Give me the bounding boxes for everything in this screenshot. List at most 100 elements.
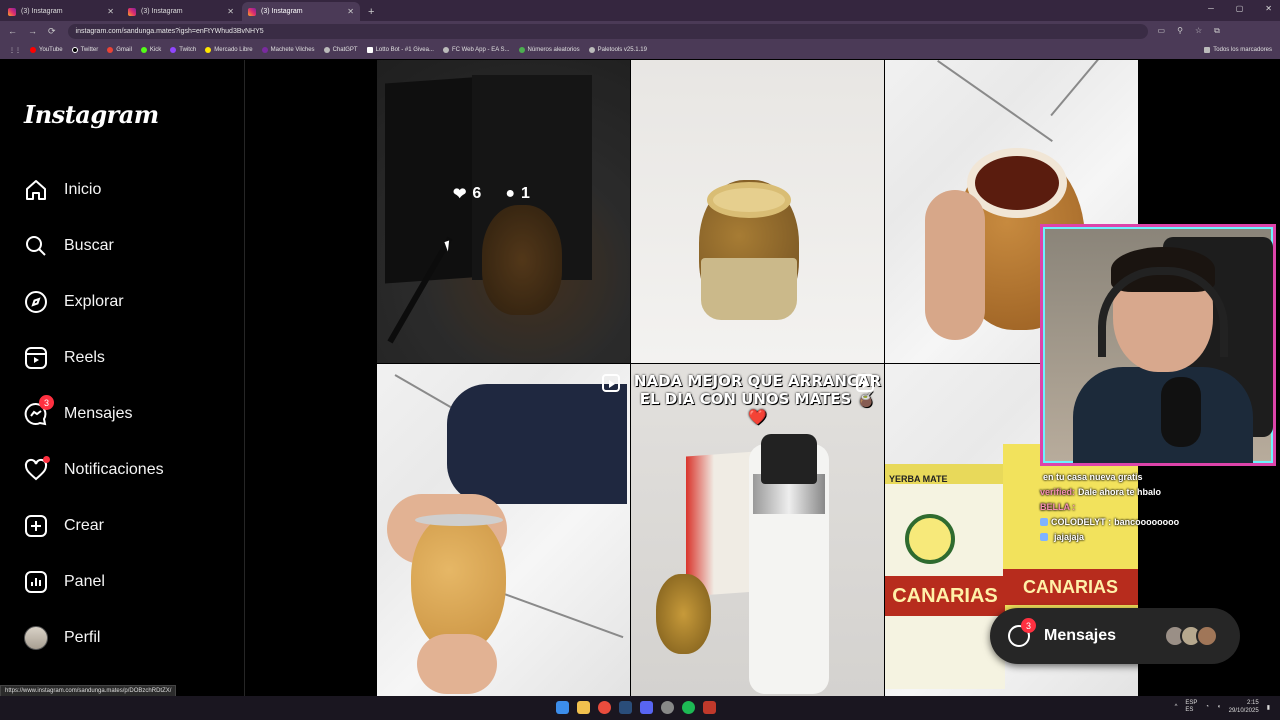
bookmark-gmail[interactable]: Gmail bbox=[107, 47, 132, 53]
post-tile-reel[interactable]: NADA MEJOR QUE ARRANCAR EL DIA CON UNOS … bbox=[631, 364, 884, 697]
reels-icon bbox=[24, 346, 48, 370]
instagram-favicon-icon bbox=[8, 7, 16, 16]
bookmark-youtube[interactable]: YouTube bbox=[30, 47, 63, 53]
back-icon[interactable]: ← bbox=[8, 26, 17, 37]
close-window-icon[interactable]: ✕ bbox=[1265, 4, 1272, 13]
browser-tab[interactable]: (3) Instagram ✕ bbox=[122, 2, 240, 21]
bookmark-mercado-libre[interactable]: Mercado Libre bbox=[205, 47, 253, 53]
nav-perfil[interactable]: Perfil bbox=[24, 623, 100, 653]
extensions-icon[interactable]: ⧉ bbox=[1214, 26, 1220, 36]
wifi-icon[interactable]: ◔ bbox=[1205, 704, 1209, 710]
brand-emblem-icon bbox=[905, 514, 955, 564]
badge-icon bbox=[1040, 518, 1048, 526]
stream-chat-overlay: en tu casa nueva gratis verified: Dale ah… bbox=[1040, 472, 1240, 547]
microphone-icon bbox=[1161, 377, 1201, 447]
nav-crear[interactable]: Crear bbox=[24, 511, 104, 541]
heart-filled-icon: ❤ bbox=[453, 186, 467, 203]
forward-icon[interactable]: → bbox=[28, 26, 37, 37]
home-icon bbox=[24, 178, 48, 202]
chat-message: en tu casa nueva gratis bbox=[1043, 472, 1143, 482]
instagram-favicon-icon bbox=[248, 7, 256, 16]
chevron-up-icon[interactable]: ^ bbox=[1175, 704, 1178, 710]
close-tab-icon[interactable]: ✕ bbox=[347, 7, 354, 16]
nav-panel[interactable]: Panel bbox=[24, 567, 105, 597]
app-icon[interactable] bbox=[703, 701, 716, 714]
notifications-icon[interactable]: ▮ bbox=[1267, 704, 1270, 711]
compass-icon bbox=[24, 290, 48, 314]
file-explorer-icon[interactable] bbox=[577, 701, 590, 714]
all-bookmarks[interactable]: Todos los marcadores bbox=[1204, 47, 1272, 53]
bookmark-numeros[interactable]: Números aleatorios bbox=[518, 47, 580, 53]
bookmark-twitch[interactable]: Twitch bbox=[170, 47, 196, 53]
messenger-icon: 3 bbox=[24, 395, 54, 426]
os-taskbar: ^ ESP ES ◔ ◖ 2:15 29/10/2025 ▮ bbox=[0, 696, 1280, 720]
chat-message: verified: Dale ahora te hbalo bbox=[1040, 487, 1162, 497]
post-caption-overlay: NADA MEJOR QUE ARRANCAR EL DIA CON UNOS … bbox=[633, 372, 882, 426]
minimize-icon[interactable]: ─ bbox=[1208, 4, 1214, 13]
bookmark-fc-web-app[interactable]: FC Web App - EA S... bbox=[442, 47, 510, 53]
chrome-icon[interactable] bbox=[598, 701, 611, 714]
nav-mensajes[interactable]: 3 Mensajes bbox=[24, 395, 132, 429]
browser-tab-bar: (3) Instagram ✕ (3) Instagram ✕ (3) Instag… bbox=[0, 0, 1280, 21]
reel-indicator-icon bbox=[602, 374, 620, 392]
nav-notificaciones[interactable]: Notificaciones bbox=[24, 455, 164, 485]
avatar bbox=[1196, 625, 1218, 647]
volume-icon[interactable]: ◖ bbox=[1217, 704, 1221, 710]
cast-icon[interactable]: ▭ bbox=[1158, 26, 1166, 36]
posts-grid: ❤ 6 ● 1 NADA MEJOR QUE ARRANCAR EL DIA CON… bbox=[377, 60, 1138, 697]
zoom-icon[interactable]: ⚲ bbox=[1177, 26, 1183, 36]
chat-message: jajajaja bbox=[1040, 532, 1240, 542]
clock[interactable]: 2:15 29/10/2025 bbox=[1229, 699, 1259, 715]
steam-icon[interactable] bbox=[619, 701, 632, 714]
avatar bbox=[24, 626, 48, 650]
nav-reels[interactable]: Reels bbox=[24, 343, 105, 373]
obs-icon[interactable] bbox=[661, 701, 674, 714]
nav-buscar[interactable]: Buscar bbox=[24, 231, 114, 261]
instagram-logo[interactable]: Instagram bbox=[24, 100, 159, 129]
messenger-icon: 3 bbox=[1008, 618, 1036, 647]
chat-message: COLODELYT : bancoooooooo bbox=[1040, 517, 1240, 527]
nav-explorar[interactable]: Explorar bbox=[24, 287, 124, 317]
messages-floating-button[interactable]: 3 Mensajes bbox=[990, 608, 1240, 664]
post-tile[interactable]: ❤ 6 ● 1 bbox=[377, 60, 630, 363]
address-bar-row: ← → ⟳ instagram.com/sandunga.mates?igsh=… bbox=[0, 21, 1280, 41]
star-icon[interactable]: ☆ bbox=[1195, 26, 1202, 36]
language-indicator[interactable]: ESP ES bbox=[1185, 700, 1197, 714]
post-hover-stats: ❤ 6 ● 1 bbox=[453, 185, 530, 203]
search-icon bbox=[24, 234, 48, 258]
window-controls: ─ ▢ ✕ bbox=[1208, 4, 1272, 13]
browser-tab-active[interactable]: (3) Instagram ✕ bbox=[242, 2, 360, 21]
heart-icon bbox=[24, 456, 50, 482]
browser-tab[interactable]: (3) Instagram ✕ bbox=[2, 2, 120, 21]
spotify-icon[interactable] bbox=[682, 701, 695, 714]
new-tab-button[interactable]: + bbox=[368, 6, 374, 18]
bookmark-lotto[interactable]: Lotto Bot - #1 Givea... bbox=[366, 47, 434, 53]
nav-inicio[interactable]: Inicio bbox=[24, 175, 101, 205]
bookmark-twitter[interactable]: Twitter bbox=[71, 47, 98, 53]
comment-filled-icon: ● bbox=[505, 185, 515, 202]
apps-icon[interactable]: ⋮⋮ bbox=[9, 47, 21, 54]
badge-icon bbox=[1040, 533, 1048, 541]
plus-square-icon bbox=[24, 514, 48, 538]
bookmark-kick[interactable]: Kick bbox=[140, 47, 161, 53]
post-tile[interactable] bbox=[631, 60, 884, 363]
start-icon[interactable] bbox=[556, 701, 569, 714]
instagram-favicon-icon bbox=[128, 7, 136, 16]
url-field[interactable]: instagram.com/sandunga.mates?igsh=enFtYW… bbox=[67, 23, 1148, 39]
close-tab-icon[interactable]: ✕ bbox=[107, 7, 114, 16]
bookmark-paletools[interactable]: Paletools v25.1.19 bbox=[588, 47, 647, 53]
discord-icon[interactable] bbox=[640, 701, 653, 714]
post-tile-reel[interactable] bbox=[377, 364, 630, 697]
bookmark-chatgpt[interactable]: ChatGPT bbox=[323, 47, 358, 53]
reel-indicator-icon bbox=[856, 374, 874, 392]
bookmark-machete[interactable]: Machete Vilches bbox=[261, 47, 315, 53]
maximize-icon[interactable]: ▢ bbox=[1236, 4, 1244, 13]
system-tray: ^ ESP ES ◔ ◖ 2:15 29/10/2025 ▮ bbox=[1175, 699, 1270, 715]
reload-icon[interactable]: ⟳ bbox=[48, 26, 56, 37]
hover-overlay bbox=[377, 60, 630, 363]
close-tab-icon[interactable]: ✕ bbox=[227, 7, 234, 16]
instagram-sidebar: Instagram Inicio Buscar Explorar Reels 3… bbox=[0, 60, 245, 696]
webcam-overlay bbox=[1040, 224, 1276, 466]
chart-icon bbox=[24, 570, 48, 594]
messages-badge: 3 bbox=[39, 395, 54, 410]
